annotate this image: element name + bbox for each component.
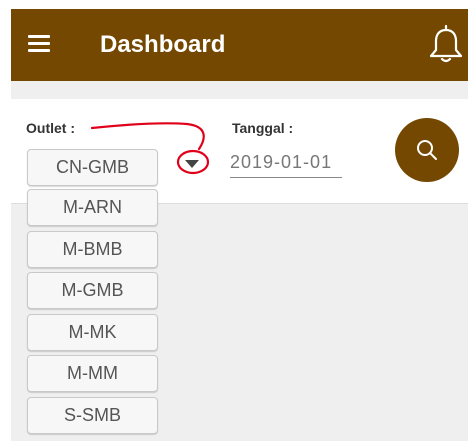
- date-label: Tanggal :: [232, 120, 294, 136]
- search-icon: [417, 140, 437, 160]
- outlet-option[interactable]: M-GMB: [27, 272, 158, 309]
- bell-icon[interactable]: [427, 24, 465, 64]
- hamburger-menu-icon[interactable]: [28, 35, 50, 53]
- outlet-option[interactable]: M-ARN: [27, 189, 158, 226]
- page-title: Dashboard: [100, 31, 226, 58]
- outlet-option[interactable]: M-MK: [27, 314, 158, 351]
- outlet-option[interactable]: S-SMB: [27, 397, 158, 434]
- outlet-option[interactable]: M-MM: [27, 355, 158, 392]
- outlet-label: Outlet :: [26, 120, 75, 136]
- search-button[interactable]: [395, 118, 459, 182]
- outlet-selected[interactable]: CN-GMB: [27, 149, 158, 186]
- app-screen: Dashboard Outlet : CN-GMB Tanggal : 2019…: [11, 9, 468, 441]
- outlet-option[interactable]: M-BMB: [27, 231, 158, 268]
- dropdown-arrow-icon[interactable]: [185, 160, 199, 168]
- date-input[interactable]: 2019-01-01: [230, 147, 342, 178]
- app-bar: Dashboard: [11, 9, 468, 81]
